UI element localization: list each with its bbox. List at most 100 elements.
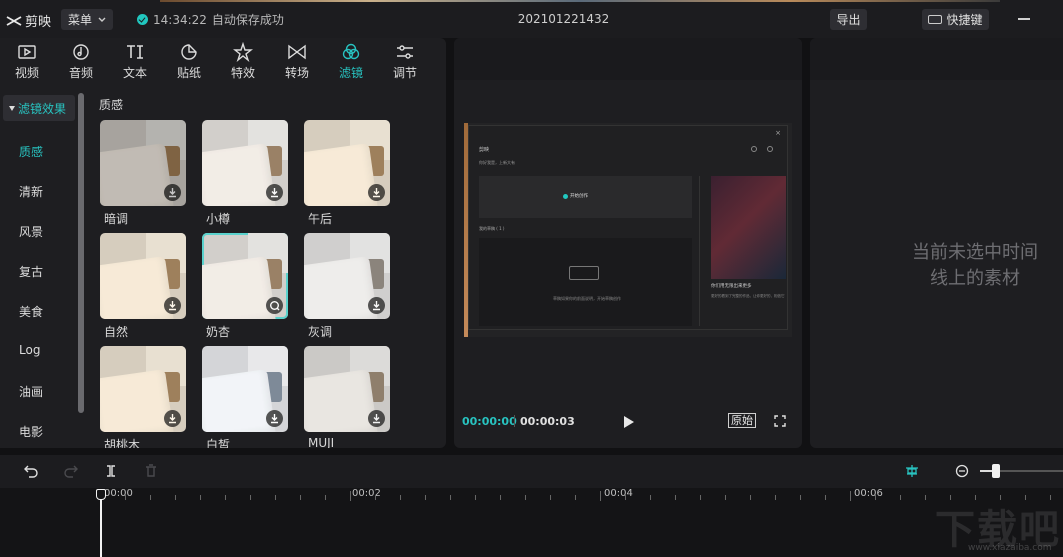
tab-effects[interactable]: 特效 xyxy=(216,38,270,82)
export-button[interactable]: 导出 xyxy=(830,9,867,30)
filter-card[interactable]: 胡桃木 xyxy=(100,346,186,448)
category-scrollbar[interactable] xyxy=(78,93,84,413)
category-item[interactable]: 复古 xyxy=(19,263,43,280)
video-preview[interactable]: × 剪映 你好我是，上新大有 开始创作 我的草稿 ( 1 ) 草稿如果你的前面说… xyxy=(464,123,792,337)
filter-label: 自然 xyxy=(104,325,129,339)
filter-label: 白皙 xyxy=(206,438,231,448)
filter-label: 奶杏 xyxy=(206,325,231,339)
tab-video[interactable]: 视频 xyxy=(0,38,54,82)
filter-thumbnail[interactable] xyxy=(202,346,288,432)
filter-thumbnail[interactable] xyxy=(304,233,390,319)
timeline-tick xyxy=(825,495,826,500)
empty-line-1: 当前未选中时间 xyxy=(912,242,1038,263)
tab-audio[interactable]: 音频 xyxy=(54,38,108,82)
timeline-tick xyxy=(675,495,676,500)
tab-label: 特效 xyxy=(230,66,255,80)
snap-icon[interactable] xyxy=(905,464,919,478)
timeline-tick xyxy=(225,495,226,500)
player-controls: 00:00:00 00:00:03 原始 xyxy=(454,408,802,438)
filter-card[interactable]: 小樽 xyxy=(202,120,288,226)
loading-icon[interactable] xyxy=(266,297,283,314)
category-item[interactable]: 质感 xyxy=(19,143,43,160)
category-item[interactable]: 电影 xyxy=(19,423,43,440)
delete-icon[interactable] xyxy=(144,464,158,478)
download-icon[interactable] xyxy=(266,410,283,427)
timeline-tick xyxy=(400,495,401,500)
filter-thumbnail[interactable] xyxy=(202,233,288,319)
filter-category-list: 滤镜效果 质感 清新 风景 复古 美食 Log 油画 电影 xyxy=(0,93,78,448)
download-icon[interactable] xyxy=(368,184,385,201)
filter-thumbnail[interactable] xyxy=(202,120,288,206)
thumbnail-cloth xyxy=(202,369,277,432)
download-icon[interactable] xyxy=(164,184,181,201)
download-icon[interactable] xyxy=(368,297,385,314)
player-panel: × 剪映 你好我是，上新大有 开始创作 我的草稿 ( 1 ) 草稿如果你的前面说… xyxy=(454,38,802,448)
playhead[interactable] xyxy=(100,498,102,557)
timeline-tick xyxy=(900,495,901,500)
watermark-url: www.xiazaiba.com xyxy=(968,543,1052,553)
timeline-ruler[interactable]: 00:00 00:02 00:04 00:06 xyxy=(0,488,1063,557)
undo-icon[interactable] xyxy=(24,464,38,478)
category-item[interactable]: Log xyxy=(19,343,40,357)
filter-card[interactable]: 自然 xyxy=(100,233,186,339)
category-item[interactable]: 风景 xyxy=(19,223,43,240)
filter-card[interactable]: 灰调 xyxy=(304,233,390,339)
download-icon[interactable] xyxy=(164,410,181,427)
transition-icon xyxy=(288,44,306,60)
tab-sticker[interactable]: 贴纸 xyxy=(162,38,216,82)
playhead-handle[interactable] xyxy=(96,489,106,500)
play-icon[interactable] xyxy=(624,416,634,428)
category-item[interactable]: 美食 xyxy=(19,303,43,320)
tab-text[interactable]: 文本 xyxy=(108,38,162,82)
filter-thumbnail[interactable] xyxy=(100,346,186,432)
tab-transition[interactable]: 转场 xyxy=(270,38,324,82)
preview-start-label: 开始创作 xyxy=(570,194,588,199)
preview-start-box: 开始创作 xyxy=(479,176,692,218)
zoom-slider-handle[interactable] xyxy=(992,464,1000,478)
aspect-ratio-button[interactable]: 原始 xyxy=(728,413,756,428)
zoom-out-icon[interactable] xyxy=(955,464,969,478)
filter-thumbnail[interactable] xyxy=(100,120,186,206)
category-item[interactable]: 清新 xyxy=(19,183,43,200)
filter-label: 灰调 xyxy=(308,325,333,339)
timeline-tick xyxy=(125,495,126,500)
download-icon[interactable] xyxy=(164,297,181,314)
preview-video-sub: 更好的看到了完整的作品，让你更好的，相信它 xyxy=(711,294,785,298)
filter-thumbnail[interactable] xyxy=(304,346,390,432)
filter-thumbnail[interactable] xyxy=(100,233,186,319)
filter-card[interactable]: 白皙 xyxy=(202,346,288,448)
filter-category-header[interactable]: 滤镜效果 xyxy=(3,95,75,121)
tab-filter[interactable]: 滤镜 xyxy=(324,38,378,82)
thumbnail-cloth xyxy=(100,143,175,206)
timeline-tick xyxy=(875,495,876,500)
text-icon xyxy=(127,45,143,59)
timeline-tick-label: 00:04 xyxy=(604,488,633,499)
filter-thumbnail[interactable] xyxy=(304,120,390,206)
timeline-tick xyxy=(475,495,476,500)
category-item[interactable]: 油画 xyxy=(19,383,43,400)
caret-down-icon xyxy=(9,105,15,111)
filter-section-title: 质感 xyxy=(99,98,124,112)
scrollbar-thumb[interactable] xyxy=(78,93,84,413)
timeline-tick-label: 00:00 xyxy=(104,488,133,499)
redo-icon[interactable] xyxy=(64,464,78,478)
shortcut-button[interactable]: 快捷键 xyxy=(922,9,989,30)
filter-card[interactable]: 奶杏 xyxy=(202,233,288,339)
thumbnail-cloth xyxy=(304,369,379,432)
filter-card[interactable]: 午后 xyxy=(304,120,390,226)
preview-drop-hint: 草稿如果你的前面说明，开始草稿创作 xyxy=(553,296,621,301)
download-icon[interactable] xyxy=(368,410,385,427)
download-icon[interactable] xyxy=(266,184,283,201)
timeline-tick xyxy=(200,495,201,500)
minimize-icon[interactable] xyxy=(1018,18,1030,20)
tab-adjust[interactable]: 调节 xyxy=(378,38,432,82)
timeline-tick xyxy=(750,495,751,500)
filter-card[interactable]: 暗调 xyxy=(100,120,186,226)
folder-icon xyxy=(569,266,599,280)
fullscreen-icon[interactable] xyxy=(774,415,786,427)
thumbnail-cloth xyxy=(202,143,277,206)
preview-start: 开始创作 xyxy=(563,193,588,199)
split-icon[interactable] xyxy=(104,464,118,478)
preview-divider xyxy=(699,176,700,326)
filter-card[interactable]: MUJI xyxy=(304,346,390,448)
